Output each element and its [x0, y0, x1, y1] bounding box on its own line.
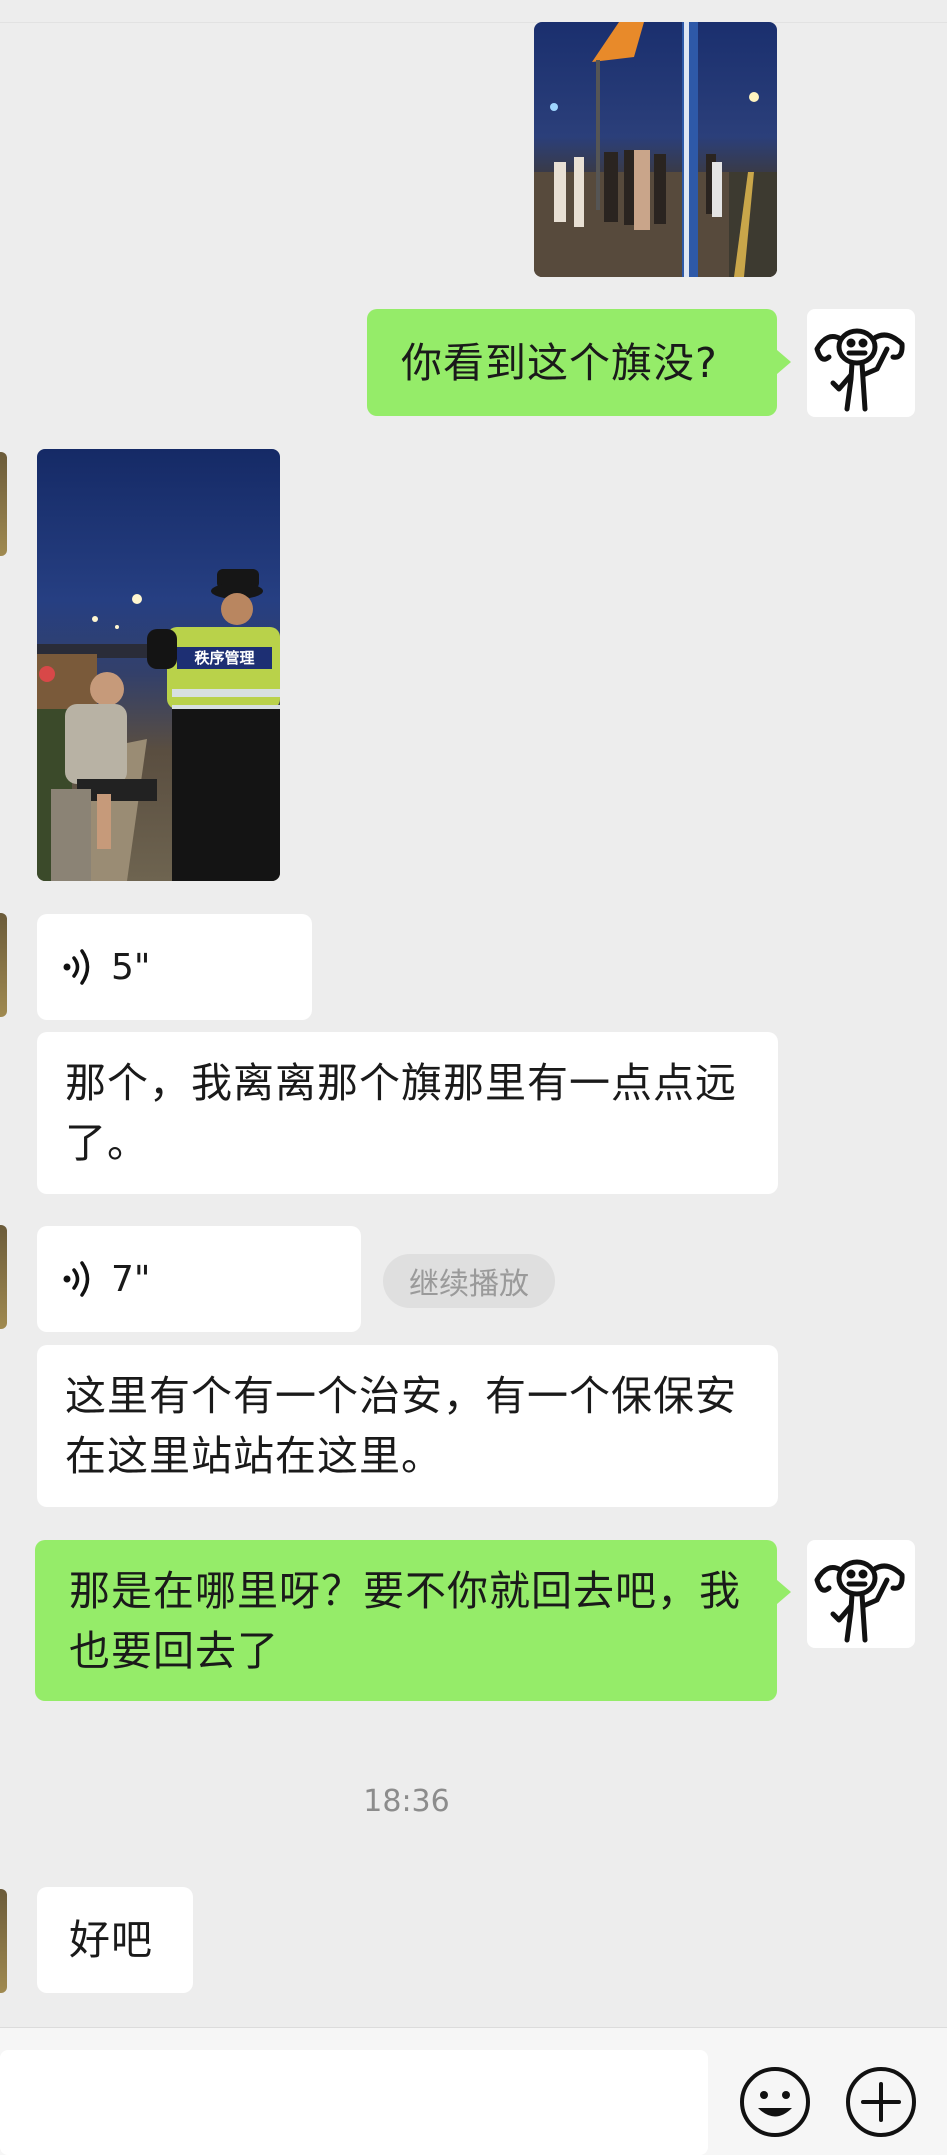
- contact-avatar[interactable]: [0, 1889, 7, 1993]
- sent-message-bubble[interactable]: 你看到这个旗没?: [367, 309, 777, 416]
- bubble-tail: [777, 1580, 791, 1604]
- continue-play-button[interactable]: 继续播放: [383, 1254, 555, 1308]
- header-edge: [0, 0, 947, 23]
- emoji-button[interactable]: [738, 2065, 812, 2139]
- voice-duration: 7": [111, 1258, 151, 1300]
- contact-avatar[interactable]: [0, 452, 7, 556]
- sent-message-bubble[interactable]: 那是在哪里呀？要不你就回去吧，我也要回去了: [35, 1540, 777, 1701]
- sound-wave-icon: [61, 1259, 95, 1299]
- message-text: 那个，我离离那个旗那里有一点点远了。: [65, 1059, 737, 1167]
- smiley-icon: [740, 2067, 810, 2137]
- message-input[interactable]: [0, 2050, 708, 2155]
- sound-wave-icon: [61, 947, 95, 987]
- received-message-bubble[interactable]: 这里有个有一个治安，有一个保保安在这里站站在这里。: [37, 1345, 778, 1507]
- my-avatar[interactable]: [807, 1540, 915, 1648]
- message-text: 好吧: [69, 1916, 153, 1964]
- stick-figure-avatar-icon: [814, 1559, 905, 1643]
- more-button[interactable]: [844, 2065, 918, 2139]
- sent-photo[interactable]: [534, 22, 777, 277]
- message-text: 那是在哪里呀？要不你就回去吧，我也要回去了: [69, 1567, 741, 1675]
- stick-figure-avatar-icon: [814, 328, 905, 412]
- contact-avatar[interactable]: [0, 913, 7, 1017]
- bubble-tail: [777, 350, 791, 374]
- received-message-bubble[interactable]: 那个，我离离那个旗那里有一点点远了。: [37, 1032, 778, 1194]
- voice-duration: 5": [111, 946, 151, 988]
- received-photo[interactable]: 秩序管理: [37, 449, 280, 881]
- received-message-bubble[interactable]: 好吧: [37, 1887, 193, 1993]
- input-bar: [0, 2027, 947, 2155]
- night-street-photo: [534, 22, 777, 277]
- voice-message[interactable]: 7": [37, 1226, 361, 1332]
- contact-avatar[interactable]: [0, 1225, 7, 1329]
- message-text: 这里有个有一个治安，有一个保保安在这里站站在这里。: [65, 1372, 737, 1480]
- voice-message[interactable]: 5": [37, 914, 312, 1020]
- message-text: 你看到这个旗没?: [401, 339, 718, 387]
- plus-icon: [846, 2067, 916, 2137]
- my-avatar[interactable]: [807, 309, 915, 417]
- timestamp: 18:36: [363, 1784, 450, 1819]
- vest-label: 秩序管理: [194, 649, 255, 667]
